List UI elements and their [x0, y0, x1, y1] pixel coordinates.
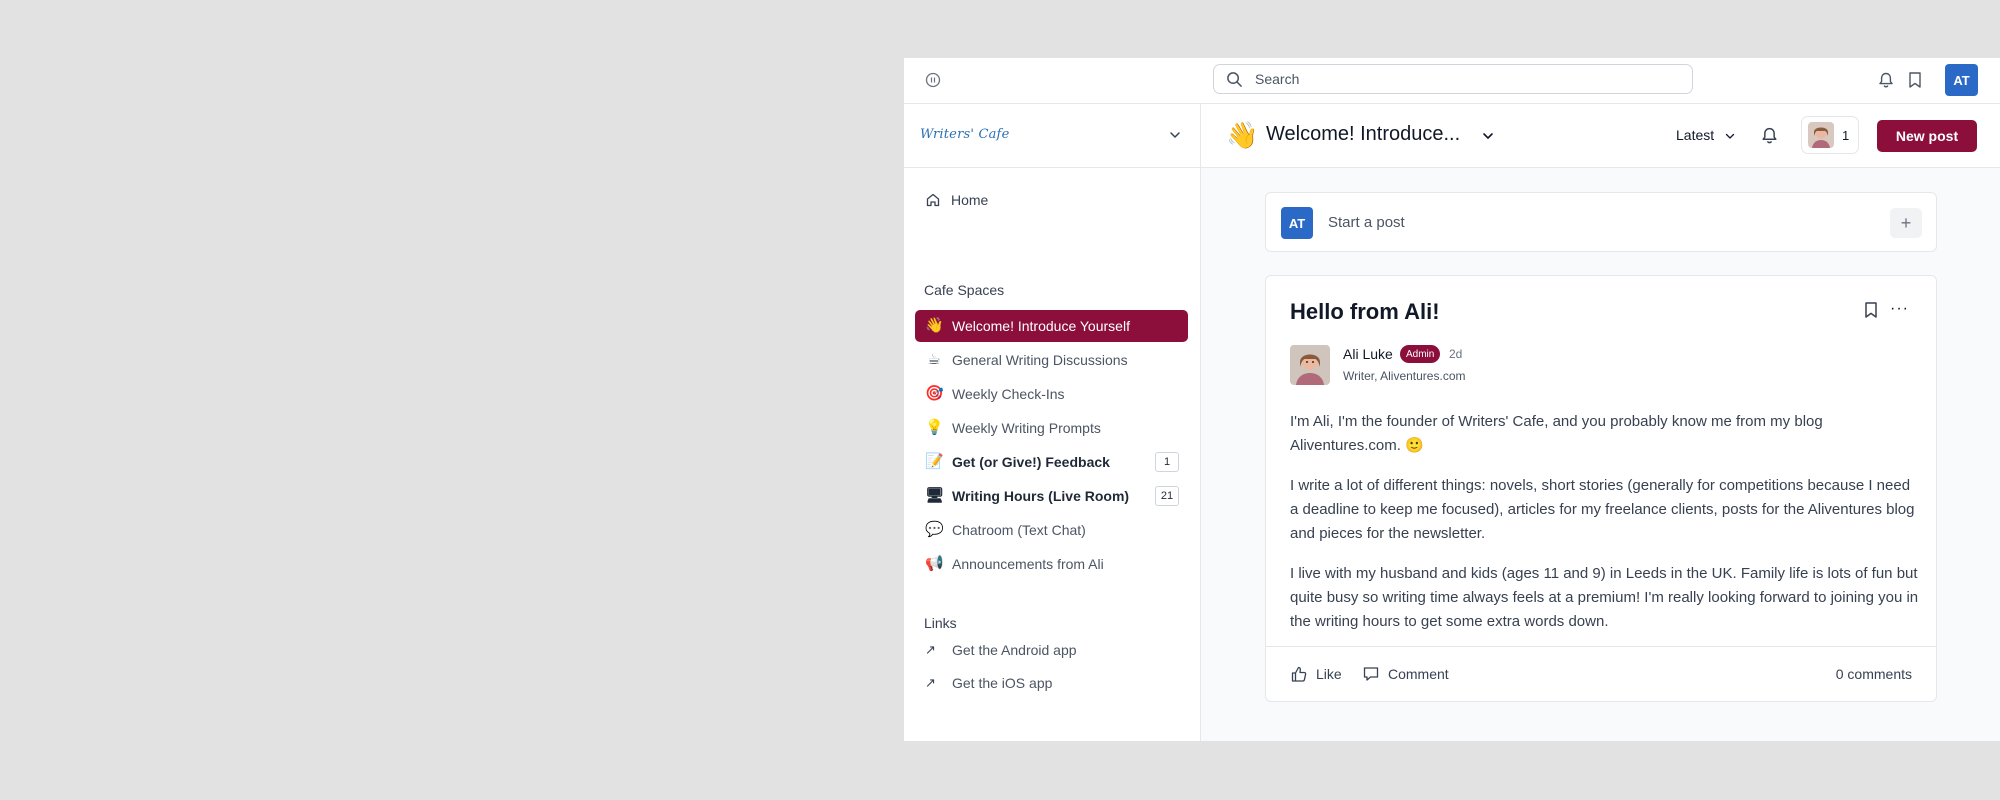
sidebar-link-label: Get the Android app: [952, 642, 1077, 658]
app-window: AT Writers' Cafe Home Cafe Spaces 👋 Welco…: [904, 58, 2000, 741]
author-name[interactable]: Ali Luke: [1343, 346, 1393, 362]
comment-icon: [1363, 667, 1379, 681]
post-title[interactable]: Hello from Ali!: [1290, 299, 1440, 325]
brand-logo: Writers' Cafe: [920, 127, 1010, 142]
post-composer[interactable]: AT Start a post +: [1265, 192, 1937, 252]
admin-badge: Admin: [1400, 345, 1441, 363]
space-emoji-icon: 📝: [925, 453, 944, 470]
sidebar-link-item[interactable]: ↗ Get the iOS app: [915, 667, 1188, 699]
sidebar-item-label: Home: [951, 192, 989, 208]
top-bar: AT: [904, 58, 2000, 104]
author-headline: Writer, Aliventures.com: [1343, 369, 1466, 383]
space-emoji-icon: ☕: [927, 351, 941, 368]
chevron-down-icon[interactable]: [1482, 130, 1494, 142]
sidebar-item-label: General Writing Discussions: [952, 352, 1128, 368]
new-post-button[interactable]: New post: [1877, 120, 1977, 152]
comment-button[interactable]: Comment: [1362, 665, 1449, 683]
space-emoji-icon: 🖥: [925, 487, 945, 504]
home-icon: [926, 193, 940, 207]
bookmark-icon[interactable]: [1864, 301, 1878, 319]
sidebar: Writers' Cafe Home Cafe Spaces 👋 Welcome!…: [904, 104, 1201, 741]
composer-placeholder[interactable]: Start a post: [1328, 214, 1405, 231]
space-emoji-icon: 🎯: [925, 385, 944, 402]
spaces-list: 👋 Welcome! Introduce Yourself ☕ General Wri…: [915, 310, 1188, 582]
sidebar-space-item[interactable]: 📝 Get (or Give!) Feedback 1: [915, 446, 1188, 478]
links-section-title: Links: [924, 615, 957, 631]
space-header: 👋 Welcome! Introduce... Latest 1 New pos…: [1201, 104, 2000, 168]
links-list: ↗ Get the Android app ↗ Get the iOS app: [915, 634, 1188, 700]
search-input[interactable]: [1253, 70, 1692, 88]
sidebar-space-item[interactable]: 🖥 Writing Hours (Live Room) 21: [915, 480, 1188, 512]
author-avatar[interactable]: [1290, 345, 1330, 385]
info-icon[interactable]: [924, 71, 942, 89]
comments-count[interactable]: 0 comments: [1836, 666, 1912, 682]
sidebar-space-item[interactable]: 📢 Announcements from Ali: [915, 548, 1188, 580]
sidebar-space-item[interactable]: ☕ General Writing Discussions: [915, 344, 1188, 376]
post-paragraph: I live with my husband and kids (ages 11…: [1290, 565, 1919, 630]
chevron-down-icon[interactable]: [1725, 131, 1735, 141]
search-box[interactable]: [1213, 64, 1693, 94]
post-card: Hello from Ali! ··· Ali Luke Admin 2d Wr…: [1265, 275, 1937, 702]
post-body: I'm Ali, I'm the founder of Writers' Caf…: [1290, 410, 1920, 650]
post-timestamp[interactable]: 2d: [1449, 347, 1462, 361]
unread-count-badge: 21: [1155, 486, 1179, 506]
post-paragraph: I'm Ali, I'm the founder of Writers' Caf…: [1290, 413, 1823, 454]
like-button[interactable]: Like: [1290, 665, 1342, 683]
sidebar-link-label: Get the iOS app: [952, 675, 1053, 691]
chevron-down-icon[interactable]: [1169, 129, 1181, 141]
sidebar-link-item[interactable]: ↗ Get the Android app: [915, 634, 1188, 666]
user-avatar[interactable]: AT: [1945, 64, 1978, 96]
comment-label: Comment: [1388, 666, 1449, 682]
like-label: Like: [1316, 666, 1342, 682]
external-link-icon: ↗: [925, 675, 936, 690]
sidebar-item-label: Announcements from Ali: [952, 556, 1104, 572]
sidebar-item-label: Weekly Writing Prompts: [952, 420, 1101, 436]
composer-avatar: AT: [1281, 207, 1313, 239]
notifications-bell-icon[interactable]: [1877, 71, 1895, 89]
sidebar-item-label: Get (or Give!) Feedback: [952, 454, 1110, 470]
sort-dropdown[interactable]: Latest: [1676, 127, 1714, 143]
thumbs-up-icon: [1291, 666, 1307, 682]
sidebar-item-label: Welcome! Introduce Yourself: [952, 318, 1130, 334]
main-content: 👋 Welcome! Introduce... Latest 1 New pos…: [1201, 104, 2000, 741]
space-emoji-icon: 📢: [925, 555, 944, 572]
sidebar-item-home[interactable]: Home: [915, 184, 1187, 216]
space-notifications-bell-icon[interactable]: [1760, 126, 1779, 145]
sidebar-space-item[interactable]: 💡 Weekly Writing Prompts: [915, 412, 1188, 444]
space-title[interactable]: Welcome! Introduce...: [1266, 123, 1460, 146]
bookmark-icon[interactable]: [1907, 71, 1923, 89]
sidebar-item-label: Weekly Check-Ins: [952, 386, 1065, 402]
spaces-section-title: Cafe Spaces: [924, 282, 1005, 298]
wave-icon: 👋: [1226, 120, 1259, 150]
space-emoji-icon: 💬: [925, 521, 944, 538]
space-emoji-icon: 👋: [925, 317, 944, 334]
external-link-icon: ↗: [925, 642, 936, 657]
more-options-icon[interactable]: ···: [1890, 300, 1909, 318]
sidebar-space-item[interactable]: 👋 Welcome! Introduce Yourself: [915, 310, 1188, 342]
unread-count-badge: 1: [1155, 452, 1179, 472]
community-switcher[interactable]: Writers' Cafe: [904, 104, 1200, 168]
members-count: 1: [1842, 127, 1850, 143]
members-button[interactable]: 1: [1801, 116, 1859, 154]
sidebar-space-item[interactable]: 🎯 Weekly Check-Ins: [915, 378, 1188, 410]
post-paragraph: I write a lot of different things: novel…: [1290, 477, 1915, 542]
sidebar-space-item[interactable]: 💬 Chatroom (Text Chat): [915, 514, 1188, 546]
space-emoji-icon: 💡: [925, 419, 944, 436]
search-icon: [1227, 71, 1242, 87]
sidebar-item-label: Chatroom (Text Chat): [952, 522, 1086, 538]
add-attachment-button[interactable]: +: [1890, 208, 1922, 238]
sidebar-item-label: Writing Hours (Live Room): [952, 488, 1130, 504]
post-footer: Like Comment 0 comments: [1266, 646, 1936, 703]
member-avatar: [1808, 122, 1834, 148]
